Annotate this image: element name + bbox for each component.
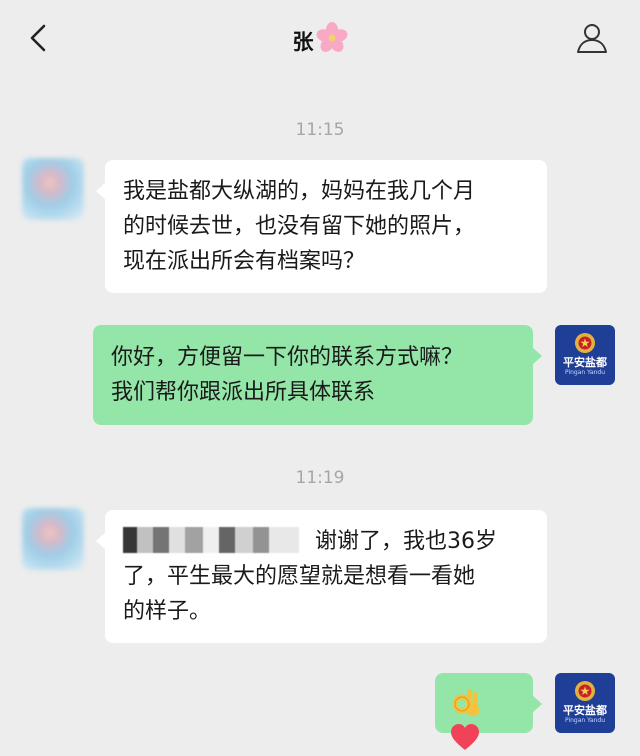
chat-title: 张 [0, 22, 640, 56]
self-avatar[interactable]: 平安盐都 Pingan Yandu [555, 673, 615, 733]
police-emblem-icon [575, 333, 595, 353]
message-bubble-outgoing[interactable] [435, 673, 542, 750]
ok-hand-emoji [452, 689, 479, 716]
message-line: 的样子。 [123, 599, 212, 624]
message-line: 你好，方便留一下你的联系方式嘛？ [111, 345, 464, 370]
message-line: 了，平生最大的愿望就是想看一看她 [123, 564, 476, 589]
chat-title-text: 张 [292, 30, 314, 54]
message-bubble-incoming[interactable]: 谢谢了，我也36岁 了，平生最大的愿望就是想看一看她 的样子。 [96, 510, 547, 643]
red-heart-emoji [451, 724, 479, 750]
message-line: 的时候去世，也没有留下她的照片， [123, 214, 476, 239]
message-bubble-outgoing[interactable]: 你好，方便留一下你的联系方式嘛？ 我们帮你跟派出所具体联系 [93, 325, 542, 425]
message-text: 谢谢了，我也36岁 [315, 529, 497, 554]
message-line: 我是盐都大纵湖的，妈妈在我几个月 [123, 179, 476, 204]
timestamp: 11:15 [295, 120, 345, 140]
message-bubble-incoming[interactable]: 我是盐都大纵湖的，妈妈在我几个月 的时候去世，也没有留下她的照片， 现在派出所会… [96, 160, 547, 293]
chat-header: 张 [0, 0, 640, 80]
police-emblem-icon [575, 681, 595, 701]
contact-avatar[interactable] [22, 508, 84, 570]
cherry-blossom-icon [316, 22, 347, 52]
contact-avatar[interactable] [22, 158, 84, 220]
message-line: 谢谢了，我也36岁 [123, 524, 529, 559]
redacted-contact [123, 527, 299, 553]
timestamp: 11:19 [295, 468, 345, 488]
message-line: 现在派出所会有档案吗？ [123, 249, 366, 274]
profile-icon[interactable] [574, 20, 610, 56]
self-avatar[interactable]: 平安盐都 Pingan Yandu [555, 325, 615, 385]
message-line: 我们帮你跟派出所具体联系 [111, 380, 376, 405]
badge-title: 平安盐都 [563, 356, 607, 369]
badge-title: 平安盐都 [563, 704, 607, 717]
badge-subtitle: Pingan Yandu [564, 369, 606, 376]
badge-subtitle: Pingan Yandu [564, 717, 606, 724]
